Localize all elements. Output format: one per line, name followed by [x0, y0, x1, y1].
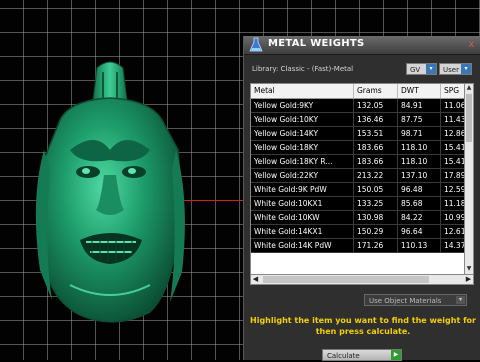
cell-metal: Yellow Gold:22KY: [251, 169, 354, 182]
cell-grams: 150.05: [354, 183, 398, 196]
chevron-down-icon: ▾: [426, 64, 436, 74]
cell-spg: 12.61: [441, 225, 465, 238]
cell-dwt: 118.10: [398, 155, 441, 168]
calculate-button[interactable]: Calculate ▶: [322, 349, 402, 361]
table-header: Metal Grams DWT SPG: [251, 84, 465, 99]
column-header-spg[interactable]: SPG: [441, 84, 465, 98]
column-header-dwt[interactable]: DWT: [398, 84, 441, 98]
source-select-value: User: [443, 66, 459, 74]
scroll-up-icon[interactable]: ▲: [465, 84, 473, 93]
unit-select-value: GV: [410, 66, 421, 74]
scroll-thumb[interactable]: [263, 276, 429, 283]
metal-table: Metal Grams DWT SPG Yellow Gold:9KY 132.0…: [250, 83, 466, 277]
cell-grams: 150.29: [354, 225, 398, 238]
cell-spg: 15.41: [441, 141, 465, 154]
material-select[interactable]: Use Object Materials ▾: [364, 294, 467, 306]
cell-dwt: 118.10: [398, 141, 441, 154]
cell-dwt: 110.13: [398, 239, 441, 252]
cell-dwt: 98.71: [398, 127, 441, 140]
vertical-scrollbar[interactable]: ▲ ▼: [464, 83, 474, 275]
unit-select[interactable]: GV ▾: [406, 63, 437, 75]
cell-spg: 11.43: [441, 113, 465, 126]
scroll-left-icon[interactable]: ◀: [251, 275, 260, 284]
cell-metal: Yellow Gold:18KY R...: [251, 155, 354, 168]
cell-grams: 183.66: [354, 141, 398, 154]
cell-spg: 11.18: [441, 197, 465, 210]
cell-spg: 14.37: [441, 239, 465, 252]
table-row[interactable]: Yellow Gold:18KY R... 183.66 118.10 15.41: [251, 155, 465, 169]
table-row[interactable]: Yellow Gold:22KY 213.22 137.10 17.89: [251, 169, 465, 183]
cell-grams: 213.22: [354, 169, 398, 182]
close-icon[interactable]: x: [466, 39, 477, 50]
cell-dwt: 96.64: [398, 225, 441, 238]
cell-metal: Yellow Gold:10KY: [251, 113, 354, 126]
metal-weights-panel: METAL WEIGHTS x Library: Classic - (Fast…: [243, 36, 480, 361]
scroll-down-icon[interactable]: ▼: [465, 265, 473, 274]
cell-dwt: 87.75: [398, 113, 441, 126]
cell-spg: 17.89: [441, 169, 465, 182]
library-label: Library: Classic - (Fast)-Metal: [252, 65, 354, 73]
table-row[interactable]: Yellow Gold:9KY 132.05 84.91 11.06: [251, 99, 465, 113]
panel-title: METAL WEIGHTS: [268, 38, 365, 49]
source-select[interactable]: User ▾: [439, 63, 472, 75]
cell-spg: 11.06: [441, 99, 465, 112]
panel-header: METAL WEIGHTS x: [244, 36, 480, 55]
table-row[interactable]: White Gold:14KX1 150.29 96.64 12.61: [251, 225, 465, 239]
table-row[interactable]: Yellow Gold:10KY 136.46 87.75 11.43: [251, 113, 465, 127]
cell-metal: White Gold:10KW: [251, 211, 354, 224]
cell-dwt: 85.68: [398, 197, 441, 210]
play-icon: ▶: [391, 350, 401, 360]
cell-grams: 136.46: [354, 113, 398, 126]
table-row[interactable]: White Gold:14K PdW 171.26 110.13 14.37: [251, 239, 465, 253]
cell-grams: 130.98: [354, 211, 398, 224]
cell-grams: 183.66: [354, 155, 398, 168]
cell-metal: Yellow Gold:14KY: [251, 127, 354, 140]
cell-metal: Yellow Gold:9KY: [251, 99, 354, 112]
chevron-down-icon: ▾: [456, 296, 465, 304]
table-row[interactable]: White Gold:10KW 130.98 84.22 10.99: [251, 211, 465, 225]
cell-dwt: 96.48: [398, 183, 441, 196]
cell-dwt: 84.22: [398, 211, 441, 224]
cell-grams: 153.51: [354, 127, 398, 140]
cell-metal: White Gold:10KX1: [251, 197, 354, 210]
cell-metal: White Gold:14KX1: [251, 225, 354, 238]
cell-grams: 133.25: [354, 197, 398, 210]
scroll-thumb[interactable]: [466, 94, 472, 142]
table-row[interactable]: White Gold:10KX1 133.25 85.68 11.18: [251, 197, 465, 211]
flask-icon: [249, 37, 263, 52]
column-header-metal[interactable]: Metal: [251, 84, 354, 98]
column-header-grams[interactable]: Grams: [354, 84, 398, 98]
table-row[interactable]: White Gold:9K PdW 150.05 96.48 12.59: [251, 183, 465, 197]
instruction-text: Highlight the item you want to find the …: [250, 316, 476, 336]
cell-spg: 15.41: [441, 155, 465, 168]
cell-grams: 171.26: [354, 239, 398, 252]
cell-metal: Yellow Gold:18KY: [251, 141, 354, 154]
calculate-button-label: Calculate: [327, 352, 360, 360]
cell-spg: 12.86: [441, 127, 465, 140]
cell-metal: White Gold:9K PdW: [251, 183, 354, 196]
cell-dwt: 84.91: [398, 99, 441, 112]
cell-metal: White Gold:14K PdW: [251, 239, 354, 252]
table-row[interactable]: Yellow Gold:14KY 153.51 98.71 12.86: [251, 127, 465, 141]
table-body: Yellow Gold:9KY 132.05 84.91 11.06 Yellow Go…: [251, 99, 465, 253]
horizontal-scrollbar[interactable]: ◀ ▶: [250, 274, 474, 285]
cell-spg: 10.99: [441, 211, 465, 224]
chevron-down-icon: ▾: [461, 64, 471, 74]
cell-dwt: 137.10: [398, 169, 441, 182]
material-select-value: Use Object Materials: [369, 297, 442, 305]
table-row[interactable]: Yellow Gold:18KY 183.66 118.10 15.41: [251, 141, 465, 155]
cell-grams: 132.05: [354, 99, 398, 112]
cell-spg: 12.59: [441, 183, 465, 196]
scroll-right-icon[interactable]: ▶: [464, 275, 473, 284]
jewelry-pendant-model[interactable]: [0, 0, 250, 360]
